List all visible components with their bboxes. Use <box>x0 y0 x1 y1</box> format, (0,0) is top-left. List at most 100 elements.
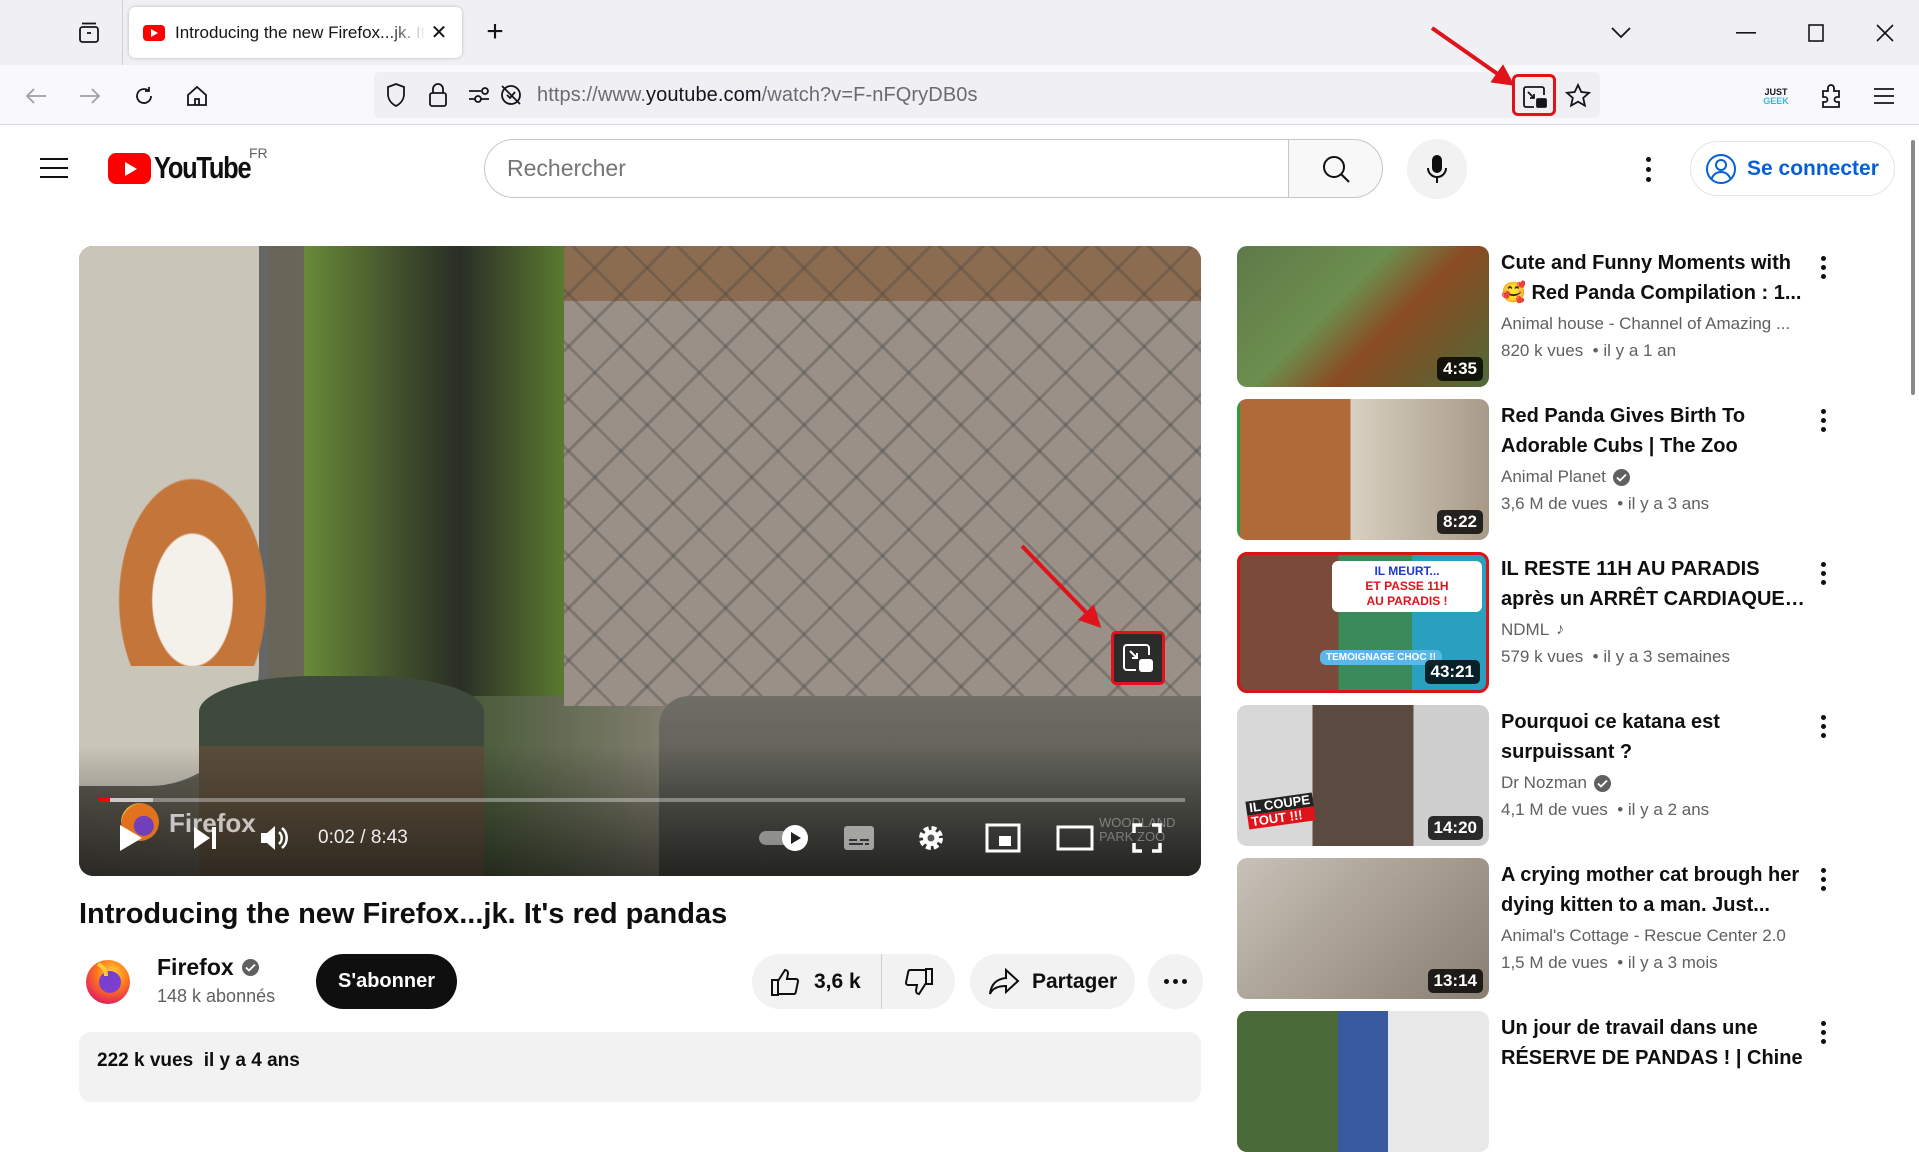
recommendation-meta: 579 k vues • il y a 3 semaines <box>1501 647 1730 666</box>
tab-title: Introducing the new Firefox...jk. It's r… <box>175 22 426 42</box>
recommendation-item[interactable]: IL MEURT... ET PASSE 11H AU PARADIS ! TE… <box>1237 552 1837 693</box>
back-icon[interactable] <box>20 80 52 112</box>
recommendation-item[interactable]: 8:22 Red Panda Gives Birth To Adorable Cu… <box>1237 399 1837 540</box>
bookmark-star-icon[interactable] <box>1562 80 1594 112</box>
video-scene-post <box>304 246 564 696</box>
description-box[interactable]: 222 k vues il y a 4 ans <box>79 1032 1201 1102</box>
recommendation-item[interactable]: 4:35 Cute and Funny Moments with 🥰 Red Pa… <box>1237 246 1837 387</box>
channel-name[interactable]: Firefox <box>157 954 259 981</box>
recommendation-more-icon[interactable] <box>1811 252 1835 282</box>
recommendation-item[interactable]: 13:14 A crying mother cat brough her dyin… <box>1237 858 1837 999</box>
new-tab-button[interactable]: + <box>479 15 511 48</box>
microphone-icon <box>1427 155 1447 183</box>
recommendation-more-icon[interactable] <box>1811 558 1835 588</box>
home-icon[interactable] <box>181 80 213 112</box>
sign-in-button[interactable]: Se connecter <box>1690 141 1895 196</box>
mute-button[interactable] <box>254 818 294 858</box>
corner-watermark: WOODLAND PARK ZOO <box>1099 815 1176 845</box>
recommendation-more-icon[interactable] <box>1811 1017 1835 1047</box>
tab-youtube[interactable]: Introducing the new Firefox...jk. It's r… <box>129 7 462 58</box>
page-scrollbar[interactable] <box>1911 140 1915 395</box>
close-window-icon[interactable] <box>1870 18 1900 48</box>
more-actions-button[interactable] <box>1148 954 1203 1009</box>
settings-more-icon[interactable] <box>1636 152 1660 186</box>
picture-in-picture-overlay-button[interactable] <box>1111 631 1165 685</box>
recommendation-more-icon[interactable] <box>1811 711 1835 741</box>
url-host: youtube.com <box>646 84 762 106</box>
recommendation-item[interactable]: IL COUPE TOUT !!! 14:20 Pourquoi ce katana… <box>1237 705 1837 846</box>
recommendation-meta: 4,1 M de vues • il y a 2 ans <box>1501 800 1710 819</box>
video-scene-red-panda <box>99 446 269 666</box>
play-button[interactable] <box>111 818 151 858</box>
video-thumbnail[interactable]: 4:35 <box>1237 246 1489 387</box>
share-label: Partager <box>1032 969 1118 993</box>
recommendation-title[interactable]: Red Panda Gives Birth To Adorable Cubs |… <box>1501 401 1811 461</box>
like-button[interactable]: 3,6 k <box>752 954 882 1009</box>
dislike-button[interactable] <box>882 954 955 1009</box>
autoplay-toggle[interactable] <box>756 818 812 858</box>
list-tabs-chevron-icon[interactable] <box>1606 18 1636 48</box>
permissions-icon[interactable] <box>464 80 494 110</box>
recommendation-item[interactable]: Un jour de travail dans une RÉSERVE DE P… <box>1237 1011 1837 1152</box>
search-box <box>484 139 1289 198</box>
reload-icon[interactable] <box>128 80 160 112</box>
recommendation-title[interactable]: Pourquoi ce katana est surpuissant ? <box>1501 707 1811 767</box>
voice-search-button[interactable] <box>1407 139 1467 199</box>
minimize-icon[interactable] <box>1731 18 1761 48</box>
search-input[interactable] <box>485 140 1289 197</box>
subtitles-button[interactable] <box>839 818 879 858</box>
extensions-icon[interactable] <box>1815 80 1847 112</box>
recommendation-channel-text: Animal house - Channel of Amazing ... <box>1501 314 1791 333</box>
video-player[interactable]: Firefox 0:02 / 8:43 WOODLAND PARK ZOO <box>79 246 1201 876</box>
search-button[interactable] <box>1288 139 1383 198</box>
recommendation-views: 1,5 M de vues <box>1501 953 1608 972</box>
thumbnail-badge: TEMOIGNAGE CHOC !! <box>1320 650 1442 665</box>
miniplayer-button[interactable] <box>983 818 1023 858</box>
recommendation-title[interactable]: Cute and Funny Moments with 🥰 Red Panda … <box>1501 248 1811 308</box>
recommendation-channel[interactable]: Animal house - Channel of Amazing ... <box>1501 314 1811 334</box>
recommendation-title[interactable]: Un jour de travail dans une RÉSERVE DE P… <box>1501 1013 1811 1073</box>
justgeek-extension-icon[interactable]: JUST GEEK <box>1759 82 1793 112</box>
app-menu-icon[interactable] <box>1868 80 1900 112</box>
play-icon <box>120 825 142 851</box>
recommendation-more-icon[interactable] <box>1811 864 1835 894</box>
url-text[interactable]: https://www.youtube.com/watch?v=F-nFQryD… <box>537 84 978 107</box>
recommendation-views: 579 k vues <box>1501 647 1584 666</box>
guide-menu-icon[interactable] <box>36 150 72 186</box>
gear-icon <box>919 826 943 850</box>
lock-icon[interactable] <box>423 80 453 110</box>
verified-badge-icon <box>1593 774 1611 792</box>
recommendation-channel[interactable]: NDML ♪ <box>1501 620 1811 640</box>
url-prefix: https://www. <box>537 84 647 106</box>
subscribe-button[interactable]: S'abonner <box>316 954 457 1009</box>
recommendation-channel[interactable]: Animal's Cottage - Rescue Center 2.0 <box>1501 926 1811 946</box>
share-button[interactable]: Partager <box>970 954 1135 1009</box>
shield-icon[interactable] <box>381 80 411 110</box>
recommendation-channel[interactable]: Dr Nozman <box>1501 773 1811 793</box>
recommendation-channel[interactable]: Animal Planet <box>1501 467 1811 487</box>
progress-bar[interactable] <box>99 798 1185 802</box>
next-button[interactable] <box>185 818 225 858</box>
tracking-protection-icon[interactable] <box>496 80 526 110</box>
autoplay-toggle-icon <box>759 825 808 851</box>
maximize-icon[interactable] <box>1801 18 1831 48</box>
recommendation-views: 4,1 M de vues <box>1501 800 1608 819</box>
firefox-view-icon[interactable] <box>74 18 104 48</box>
video-thumbnail[interactable]: 13:14 <box>1237 858 1489 999</box>
forward-icon[interactable] <box>74 80 106 112</box>
settings-button[interactable] <box>911 818 951 858</box>
recommendation-more-icon[interactable] <box>1811 405 1835 435</box>
channel-avatar[interactable] <box>82 954 134 1006</box>
recommendation-age: il y a 3 semaines <box>1603 647 1730 666</box>
recommendation-title[interactable]: IL RESTE 11H AU PARADIS après un ARRÊT C… <box>1501 554 1811 614</box>
video-thumbnail[interactable]: 8:22 <box>1237 399 1489 540</box>
video-thumbnail[interactable] <box>1237 1011 1489 1152</box>
close-tab-icon[interactable]: ✕ <box>426 20 452 45</box>
recommendation-title[interactable]: A crying mother cat brough her dying kit… <box>1501 860 1811 920</box>
miniplayer-icon <box>985 823 1021 853</box>
video-thumbnail[interactable]: IL MEURT... ET PASSE 11H AU PARADIS ! TE… <box>1237 552 1489 693</box>
theater-mode-button[interactable] <box>1055 818 1095 858</box>
video-thumbnail[interactable]: IL COUPE TOUT !!! 14:20 <box>1237 705 1489 846</box>
recommendation-meta: 3,6 M de vues • il y a 3 ans <box>1501 494 1710 513</box>
youtube-logo[interactable]: YouTube <box>108 150 272 186</box>
